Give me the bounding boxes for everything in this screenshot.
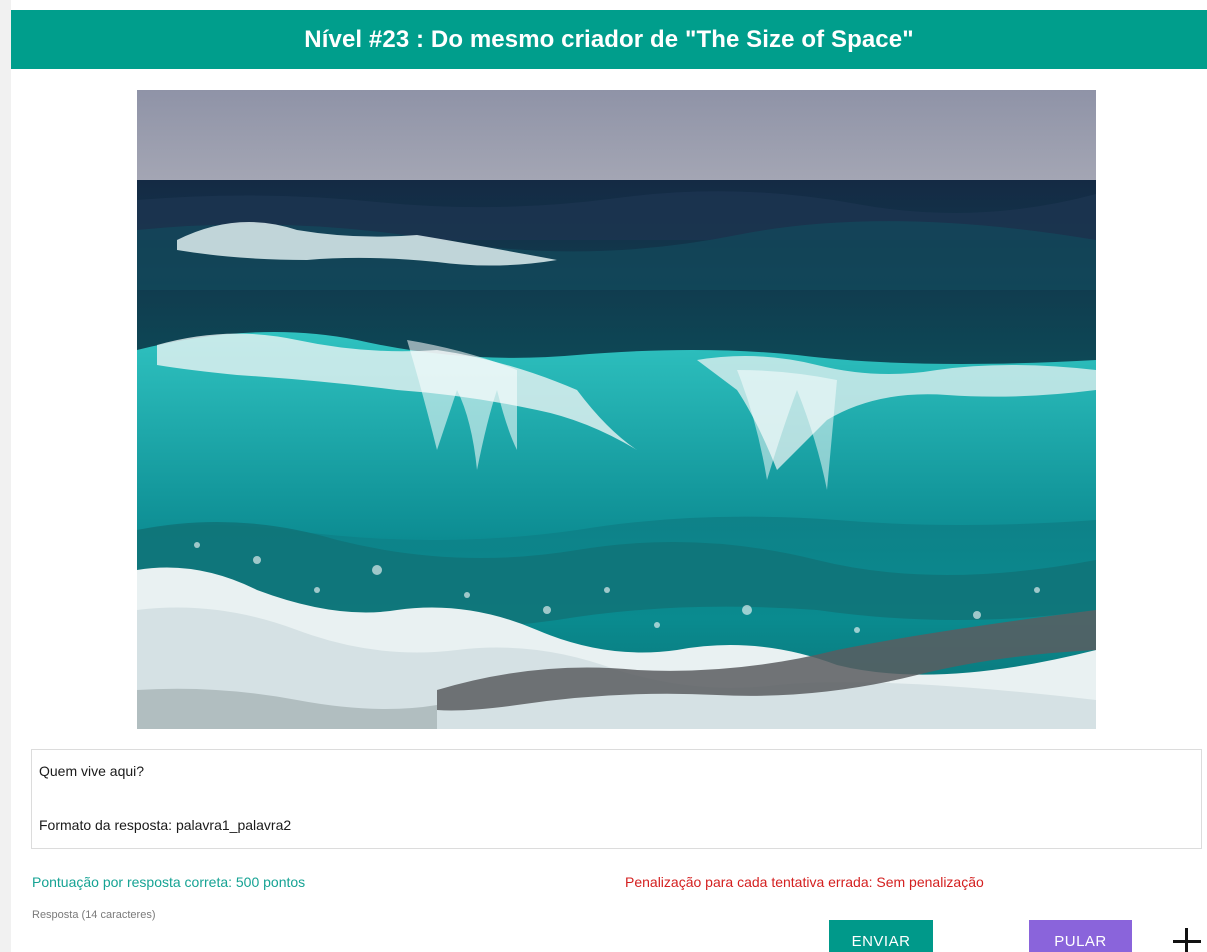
penalty-info: Penalização para cada tentativa errada: … <box>625 874 984 890</box>
question-box: Quem vive aqui? Formato da resposta: pal… <box>31 749 1202 849</box>
skip-button[interactable]: PULAR <box>1029 920 1132 952</box>
send-button[interactable]: ENVIAR <box>829 920 933 952</box>
question-text: Quem vive aqui? <box>39 763 145 779</box>
answer-field-label: Resposta (14 caracteres) <box>32 909 156 921</box>
level-title: Nível #23 : Do mesmo criador de "The Siz… <box>11 10 1207 69</box>
plus-icon[interactable] <box>1173 928 1201 952</box>
page: Nível #23 : Do mesmo criador de "The Siz… <box>0 0 1207 952</box>
puzzle-image <box>137 90 1096 729</box>
points-per-answer: Pontuação por resposta correta: 500 pont… <box>32 874 306 890</box>
answer-format-text: Formato da resposta: palavra1_palavra2 <box>39 817 292 833</box>
